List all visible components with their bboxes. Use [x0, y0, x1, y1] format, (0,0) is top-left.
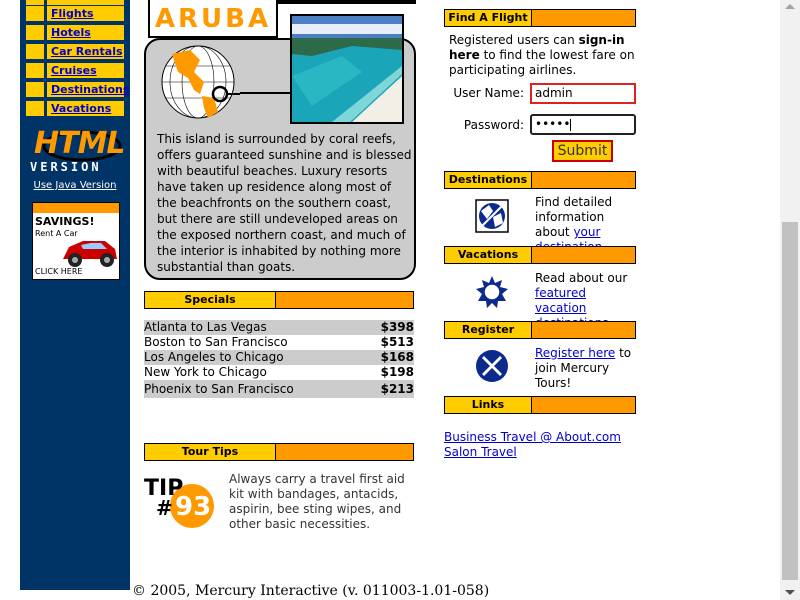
find-flight-header: Find A Flight [444, 9, 636, 27]
special-price: $168 [380, 350, 414, 364]
special-route: Boston to San Francisco [144, 335, 288, 349]
specials-table: Atlanta to Las Vegas $398 Boston to San … [144, 320, 414, 398]
links-label: Links [445, 397, 532, 413]
register-header: Register [444, 321, 636, 339]
nav-bullet [25, 43, 45, 60]
special-price: $198 [380, 365, 414, 379]
nav-bullet [25, 100, 45, 117]
sidebar-item-car-rentals[interactable]: Car Rentals [25, 43, 125, 60]
text-caret [570, 118, 572, 131]
nav-link-cruises[interactable]: Cruises [46, 62, 125, 79]
tip-number: 93 [175, 492, 212, 522]
intro-text-1: Registered users can [449, 33, 579, 47]
nav-bullet [25, 24, 45, 41]
username-input[interactable]: admin [530, 83, 636, 104]
register-text: Register here to join Mercury Tours! [535, 346, 640, 391]
sidebar-item-flights[interactable]: Flights [25, 5, 125, 22]
ad-top-bar [33, 203, 119, 213]
link-salon-travel[interactable]: Salon Travel [444, 445, 621, 460]
special-price: $513 [380, 335, 414, 349]
special-route: New York to Chicago [144, 365, 267, 379]
scrollbar-thumb[interactable] [782, 222, 798, 580]
special-price: $398 [380, 320, 414, 334]
sidebar-item-hotels[interactable]: Hotels [25, 24, 125, 41]
footer-copyright: © 2005, Mercury Interactive (v. 011003-1… [132, 583, 490, 599]
table-row: Los Angeles to Chicago $168 [144, 350, 414, 365]
nav-bullet [25, 62, 45, 79]
logo-html-text: HTML [34, 126, 126, 161]
sidebar-item-destinations[interactable]: Destinations [25, 81, 129, 98]
table-row: Boston to San Francisco $513 [144, 335, 414, 350]
register-compass-icon [476, 350, 508, 382]
nav-link-destinations[interactable]: Destinations [46, 81, 129, 98]
tip-text: Always carry a travel first aid kit with… [229, 472, 405, 531]
nav-link-flights[interactable]: Flights [46, 5, 125, 22]
sidebar-item-vacations[interactable]: Vacations [25, 100, 125, 117]
special-route: Atlanta to Las Vegas [144, 320, 267, 334]
nav-bullet [25, 81, 45, 98]
vacations-header: Vacations [444, 246, 636, 264]
ad-click-here: CLICK HERE [35, 267, 83, 276]
special-price: $213 [380, 382, 414, 396]
vertical-scrollbar[interactable] [780, 0, 800, 600]
globe-pointer-line [240, 92, 292, 94]
find-flight-intro: Registered users can sign-in here to fin… [449, 33, 639, 78]
logo-version-text: VERSION [30, 160, 102, 174]
password-input[interactable]: ••••• [530, 114, 636, 135]
special-route: Phoenix to San Francisco [144, 382, 294, 396]
specials-header: Specials [144, 291, 414, 309]
links-header: Links [444, 396, 636, 414]
link-business-travel[interactable]: Business Travel @ About.com [444, 430, 621, 445]
scroll-down-arrow-icon[interactable] [785, 590, 795, 595]
find-flight-label: Find A Flight [445, 10, 532, 26]
table-row: Atlanta to Las Vegas $398 [144, 320, 414, 335]
sidebar-item-cruises[interactable]: Cruises [25, 62, 125, 79]
red-car-icon [63, 241, 117, 267]
beach-image [292, 16, 402, 122]
feature-top-rule [278, 0, 416, 4]
username-label: User Name: [453, 86, 524, 100]
table-row: Phoenix to San Francisco $213 [144, 380, 414, 398]
feature-description: This island is surrounded by coral reefs… [157, 132, 412, 274]
nav-link-vacations[interactable]: Vacations [46, 100, 125, 117]
scroll-up-arrow-icon[interactable] [785, 4, 795, 9]
nav-link-hotels[interactable]: Hotels [46, 24, 125, 41]
tip-badge: TIP # 93 [144, 476, 218, 528]
use-java-version-link[interactable]: Use Java Version [20, 180, 130, 191]
nav-link-car-rentals[interactable]: Car Rentals [46, 43, 125, 60]
globe-icon [161, 45, 240, 119]
destinations-label: Destinations [445, 172, 532, 188]
password-mask: ••••• [535, 117, 571, 131]
tip-hash: # [156, 496, 173, 520]
left-sidebar: Flights Hotels Car Rentals Cruises Desti… [20, 0, 130, 590]
sun-icon [476, 276, 508, 308]
tour-tips-label: Tour Tips [145, 444, 276, 460]
table-row: New York to Chicago $198 [144, 365, 414, 380]
savings-ad-banner[interactable]: SAVINGS! Rent A Car CLICK HERE [32, 202, 120, 280]
globe-destinations-icon [475, 199, 509, 233]
register-label: Register [445, 322, 532, 338]
special-route: Los Angeles to Chicago [144, 350, 284, 364]
tour-tips-header: Tour Tips [144, 443, 414, 461]
feature-title: ARUBA [148, 0, 278, 38]
ad-title: SAVINGS! [35, 215, 95, 228]
register-here-link[interactable]: Register here [535, 346, 615, 360]
password-label: Password: [463, 118, 524, 132]
vacations-text-1: Read about our [535, 271, 628, 285]
links-list: Business Travel @ About.com Salon Travel [444, 430, 621, 460]
submit-button[interactable]: Submit [552, 140, 613, 162]
vacations-label: Vacations [445, 247, 532, 263]
html-version-logo: HTML VERSION [28, 126, 126, 178]
specials-label: Specials [145, 292, 276, 308]
destinations-header: Destinations [444, 171, 636, 189]
beach-photo [290, 14, 404, 124]
nav-bullet [25, 5, 45, 22]
